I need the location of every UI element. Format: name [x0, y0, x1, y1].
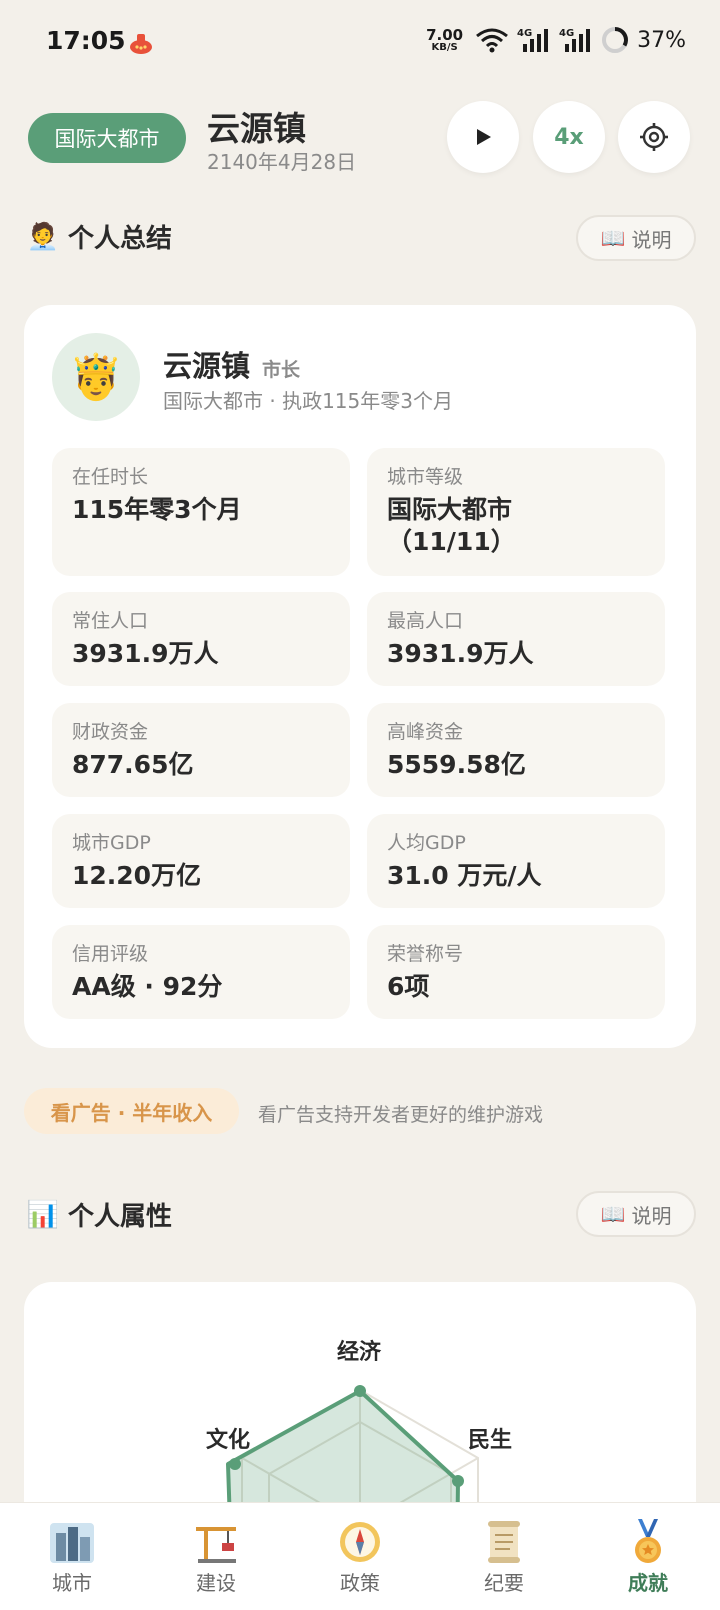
nav-item-policy[interactable]: 政策 [288, 1503, 432, 1610]
signal-4g-icon: 4G [559, 28, 591, 52]
city-level-pill[interactable]: 国际大都市 [28, 113, 186, 163]
chart-icon: 📊 [26, 1199, 60, 1230]
stat-label: 信用评级 [72, 943, 149, 965]
stat-gdp: 城市GDP 12.20万亿 [52, 814, 350, 908]
stat-value: 12.20万亿 [72, 861, 202, 890]
mayor-subtitle: 国际大都市 · 执政115年零3个月 [163, 389, 453, 413]
radar-point-culture [229, 1458, 241, 1470]
city-icon [50, 1523, 94, 1563]
speed-button[interactable]: 4x [533, 101, 605, 173]
bottom-nav: 城市 建设 政策 纪要 成就 [0, 1502, 720, 1610]
game-date: 2140年4月28日 [207, 150, 357, 174]
notification-icon [130, 34, 152, 54]
nav-item-city[interactable]: 城市 [0, 1503, 144, 1610]
help-label: 说明 [631, 1203, 672, 1228]
stat-gdp-per-capita: 人均GDP 31.0 万元/人 [367, 814, 665, 908]
stat-value: 3931.9万人 [72, 639, 219, 668]
stat-label: 荣誉称号 [387, 943, 464, 965]
stat-label: 城市等级 [387, 466, 464, 488]
crane-icon [196, 1527, 236, 1563]
stat-value: 国际大都市 （11/11） [387, 495, 516, 556]
nav-label: 纪要 [484, 1571, 524, 1595]
mayor-name: 云源镇 [163, 349, 251, 383]
stat-peak-funds: 高峰资金 5559.58亿 [367, 703, 665, 797]
settings-button[interactable] [618, 101, 690, 173]
ad-note: 看广告支持开发者更好的维护游戏 [258, 1104, 544, 1126]
status-icons: 7.00 KB/S 4G 4G 37% [426, 26, 686, 54]
radar-label-economy: 经济 [337, 1340, 382, 1365]
help-label: 说明 [631, 227, 672, 252]
book-icon: 📖 [600, 1202, 626, 1226]
attributes-help-button[interactable]: 📖 说明 [576, 1191, 696, 1237]
stat-tenure: 在任时长 115年零3个月 [52, 448, 350, 576]
network-speed-unit: KB/S [431, 41, 458, 53]
summary-section-header: 🧑‍💼 个人总结 [26, 218, 172, 255]
speed-label: 4x [554, 124, 584, 150]
stat-label: 常住人口 [72, 610, 149, 632]
stat-value: 5559.58亿 [387, 750, 526, 779]
summary-title: 个人总结 [68, 224, 173, 254]
stat-value: AA级 · 92分 [72, 972, 223, 1001]
mayor-role: 市长 [262, 359, 301, 381]
nav-label: 建设 [196, 1571, 236, 1595]
nav-item-notes[interactable]: 纪要 [432, 1503, 576, 1610]
stat-peak-population: 最高人口 3931.9万人 [367, 592, 665, 686]
compass-icon [340, 1522, 380, 1562]
stat-label: 在任时长 [72, 466, 149, 488]
mayor-avatar: 🤴 [52, 333, 140, 421]
summary-help-button[interactable]: 📖 说明 [576, 215, 696, 261]
attributes-section-header: 📊 个人属性 [26, 1196, 172, 1233]
stat-value: 31.0 万元/人 [387, 861, 542, 890]
play-icon [477, 129, 491, 145]
book-icon: 📖 [600, 226, 626, 250]
radar-point-economy [354, 1385, 366, 1397]
watch-ad-button[interactable]: 看广告 · 半年收入 [24, 1088, 239, 1134]
nav-label: 城市 [52, 1571, 92, 1595]
stat-label: 最高人口 [387, 610, 464, 632]
play-button[interactable] [447, 101, 519, 173]
stat-city-level: 城市等级 国际大都市 （11/11） [367, 448, 665, 576]
stat-label: 城市GDP [72, 832, 151, 854]
signal-4g-icon: 4G [517, 28, 549, 52]
svg-text:4G: 4G [517, 28, 532, 39]
city-name: 云源镇 [207, 109, 306, 148]
status-time: 17:05 [46, 26, 126, 55]
stat-funds: 财政资金 877.65亿 [52, 703, 350, 797]
network-speed: 7.00 KB/S [426, 25, 464, 53]
battery-ring-icon [602, 27, 629, 53]
medal-icon [635, 1519, 661, 1563]
summary-card: 🤴 云源镇 市长 国际大都市 · 执政115年零3个月 在任时长 115年零3个… [24, 305, 696, 1048]
stat-population: 常住人口 3931.9万人 [52, 592, 350, 686]
radar-label-livelihood: 民生 [468, 1428, 513, 1453]
stat-honors: 荣誉称号 6项 [367, 925, 665, 1019]
stat-label: 人均GDP [387, 832, 466, 854]
nav-item-build[interactable]: 建设 [144, 1503, 288, 1610]
radar-label-culture: 文化 [206, 1428, 251, 1453]
stat-value: 6项 [387, 972, 430, 1001]
battery-percent: 37% [637, 27, 686, 53]
nav-label: 成就 [628, 1571, 668, 1595]
stat-label: 财政资金 [72, 721, 149, 743]
radar-point-livelihood [452, 1475, 464, 1487]
svg-text:4G: 4G [559, 28, 574, 39]
stat-value: 877.65亿 [72, 750, 194, 779]
nav-item-achievements[interactable]: 成就 [576, 1503, 720, 1610]
status-bar: 17:05 7.00 KB/S 4G 4G 37% [0, 0, 720, 86]
stat-credit-rating: 信用评级 AA级 · 92分 [52, 925, 350, 1019]
stat-value: 115年零3个月 [72, 495, 242, 524]
wifi-icon [476, 28, 509, 53]
stat-label: 高峰资金 [387, 721, 464, 743]
attributes-title: 个人属性 [68, 1202, 173, 1232]
stat-value: 3931.9万人 [387, 639, 534, 668]
nav-label: 政策 [340, 1571, 380, 1595]
person-icon: 🧑‍💼 [26, 221, 60, 252]
network-speed-value: 7.00 [426, 25, 464, 44]
scroll-icon [488, 1521, 520, 1563]
gear-icon [640, 123, 668, 151]
